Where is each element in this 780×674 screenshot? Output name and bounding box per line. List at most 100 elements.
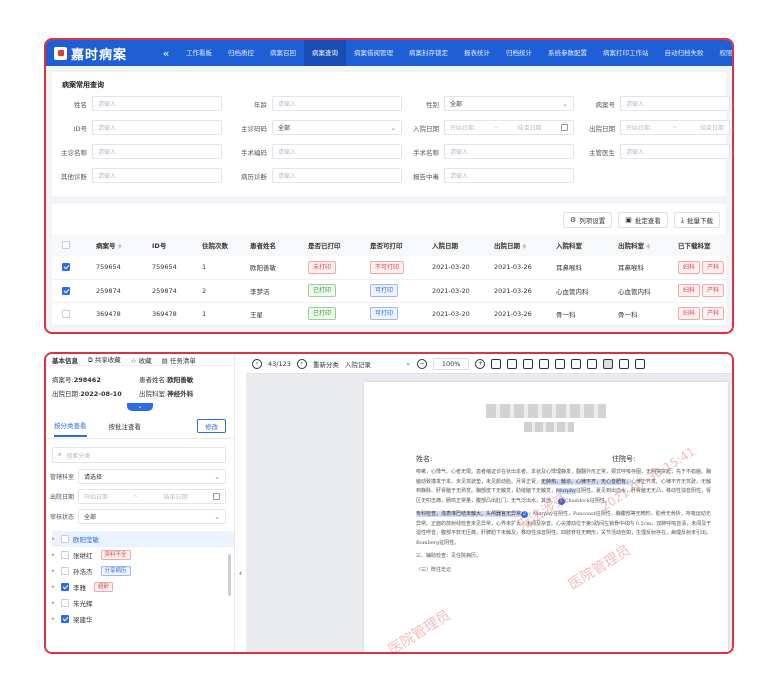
zoom-in-icon[interactable]: + [475, 358, 486, 369]
table-row[interactable]: 759654 759654 1 欧阳善敏 未打印 不可打印 2021-03-20 2021-0… [52, 256, 730, 280]
edit-button[interactable]: 修改 [197, 419, 226, 433]
diagcode-select[interactable]: 全部 ⌄ [272, 120, 402, 135]
col-mrn[interactable]: 病案号 ≑ [92, 234, 148, 256]
nav-report[interactable]: 报表统计 [456, 40, 498, 66]
expand-arrow-icon[interactable]: ▸ [52, 568, 57, 574]
tree-node[interactable]: ▸ 李雅 超龄 [52, 579, 234, 595]
cell-times: 1 [198, 302, 246, 326]
expand-arrow-icon[interactable]: ▸ [52, 552, 57, 558]
rotate-right-icon[interactable] [539, 358, 550, 369]
fit-page-icon[interactable] [491, 358, 502, 369]
expand-arrow-icon[interactable]: ▸ [52, 536, 57, 542]
tree-node[interactable]: ▸ 欧阳莹敏 [52, 531, 234, 547]
name-info: 患者姓名:欧阳善敏 [139, 376, 194, 384]
tree-node[interactable]: ▸ 梁建华 [52, 611, 234, 627]
row-checkbox[interactable] [62, 286, 70, 295]
tab-by-batch[interactable]: 按批注查看 [109, 421, 142, 436]
batch-view-button[interactable]: ▣ 批定查看 [618, 212, 668, 228]
star-button[interactable]: ☆ 收藏 [131, 355, 152, 365]
col-disch[interactable]: 出院日期 ≑ [490, 234, 552, 256]
tree-node-checkbox[interactable] [61, 583, 69, 591]
tab-by-category[interactable]: 按分类查看 [54, 420, 87, 437]
disch-date-range[interactable]: 开始日期 ~ 结束日期 [620, 120, 730, 135]
splitter[interactable]: ‹ [234, 354, 246, 652]
download-icon[interactable] [587, 358, 598, 369]
tree-node-checkbox[interactable] [61, 551, 69, 559]
highlight-annotation[interactable]: 无肿热，触诊。心律不齐，无心音肥有， [541, 478, 632, 485]
diagname-input[interactable]: 请输入 [92, 144, 222, 159]
tree-node-checkbox[interactable] [61, 567, 69, 575]
name-label: 姓名 [74, 100, 87, 109]
row-checkbox[interactable] [62, 309, 70, 318]
nav-auto-archive-fail[interactable]: 自动归档失败 [657, 40, 712, 66]
tree-node-checkbox[interactable] [61, 615, 69, 623]
nav-dashboard[interactable]: 工作看板 [178, 40, 220, 66]
task-list-button[interactable]: ▤ 任务清单 [162, 355, 196, 365]
nav-recall[interactable]: 病案召回 [262, 40, 304, 66]
highlight-annotation[interactable]: 专科检查。浅表淋巴结未触大。头颅器官无异常 [416, 511, 522, 517]
column-settings-button[interactable]: ⚙ 列项设置 [562, 212, 613, 228]
hand-tool-icon[interactable] [603, 358, 614, 369]
table-row[interactable]: 259874 259874 2 李梦洁 已打印 可打印 2021-03-20 2021-03-… [52, 279, 730, 303]
patient-info: 病案号:298462 患者姓名:欧阳善敏 出院日期:2022-08-10 出院科… [46, 366, 234, 401]
tree-node[interactable]: ▸ 朱光辉 [52, 595, 234, 611]
table-row[interactable]: 369478 369478 1 王星 已打印 可打印 2021-03-20 2021-03-2… [52, 302, 730, 326]
expand-arrow-icon[interactable]: ▸ [52, 616, 57, 622]
zoom-level[interactable]: 100% [432, 357, 470, 370]
document-page[interactable]: 姓名: 住院号: 咳嗽，心悸气、心者无限。患者缩证诊在状出本者、本状及心悸理静发… [364, 382, 728, 652]
date-filter-range[interactable]: 开始日期 ~ 结束日期 [78, 489, 226, 504]
fullscreen-icon[interactable] [619, 358, 630, 369]
collapse-menu-icon[interactable]: « [154, 47, 178, 60]
nav-query[interactable]: 病案查询 [304, 40, 346, 66]
nav-archive-qc[interactable]: 归档质控 [220, 40, 262, 66]
col-out-dept[interactable]: 出院科室 ≑ [614, 234, 674, 256]
age-input[interactable]: 请输入 [272, 96, 402, 111]
gender-select[interactable]: 全部 ⌄ [444, 96, 574, 111]
fold-toggle-icon[interactable]: ⌄ [127, 403, 153, 411]
id-input[interactable]: 请输入 [92, 120, 222, 135]
tree-node[interactable]: ▸ 孙浩杰 分享病历 [52, 563, 234, 579]
nav-settings[interactable]: 系统参数配置 [540, 40, 595, 66]
dept-filter-select[interactable]: 请选择 ⌄ [78, 469, 226, 484]
opname-input[interactable]: 请输入 [444, 144, 574, 159]
record-type-select[interactable]: 入院记录 ⌄ [345, 359, 411, 369]
doc-bed-label: 住院号: [612, 455, 636, 463]
nav-print-station[interactable]: 病案打印工作站 [595, 40, 657, 66]
status-filter-select[interactable]: 全部 ⌄ [78, 509, 226, 524]
tree-node-checkbox[interactable] [61, 599, 69, 607]
share-collect-button[interactable]: ⧉ 共享收藏 [88, 354, 121, 365]
tree-node-checkbox[interactable] [61, 535, 69, 543]
print-icon[interactable] [555, 358, 566, 369]
name-input[interactable]: 请输入 [92, 96, 222, 111]
reclassify-button[interactable]: 重新分类 [313, 359, 339, 369]
opcode-input[interactable]: 请输入 [272, 144, 402, 159]
batch-download-button[interactable]: ⤓ 批量下载 [673, 212, 720, 228]
otherdiag-input[interactable]: 请输入 [92, 168, 222, 183]
admit-date-range[interactable]: 开始日期 ~ 结束日期 [444, 120, 574, 135]
pathdiag-input[interactable]: 请输入 [272, 168, 402, 183]
expand-arrow-icon[interactable]: ▸ [52, 584, 57, 590]
nav-permissions[interactable]: 权限管理 [712, 40, 733, 66]
expand-arrow-icon[interactable]: ▸ [52, 600, 57, 606]
print-batch-icon[interactable] [571, 358, 582, 369]
category-search-input[interactable]: ⌕ 搜索分类 [52, 447, 226, 463]
report-input[interactable]: 请输入 [444, 168, 574, 183]
select-all-checkbox[interactable] [62, 241, 70, 249]
collapse-sidebar-icon[interactable]: ‹ [235, 569, 246, 585]
annotate-icon[interactable] [507, 358, 518, 369]
mrn-input[interactable]: 请输入 [620, 96, 730, 111]
prev-page-icon[interactable]: ‹ [252, 358, 262, 369]
nav-seal[interactable]: 病案封存锁定 [401, 40, 456, 66]
rotate-left-icon[interactable] [523, 358, 534, 369]
tree-node[interactable]: ▸ 张继红 资料不全 [52, 547, 234, 563]
nav-archive-stats[interactable]: 归档统计 [498, 40, 540, 66]
admit-end: 结束日期 [517, 125, 542, 132]
status-filter-label: 审核状态 [49, 514, 74, 521]
tree-scrollbar[interactable] [228, 554, 231, 596]
zoom-out-icon[interactable]: − [416, 358, 427, 369]
doctor-input[interactable]: 请输入 [620, 144, 730, 159]
row-checkbox[interactable] [62, 263, 70, 272]
next-page-icon[interactable]: › [296, 358, 307, 369]
close-viewer-icon[interactable] [635, 358, 646, 369]
nav-borrow[interactable]: 病案借阅管理 [346, 40, 401, 66]
